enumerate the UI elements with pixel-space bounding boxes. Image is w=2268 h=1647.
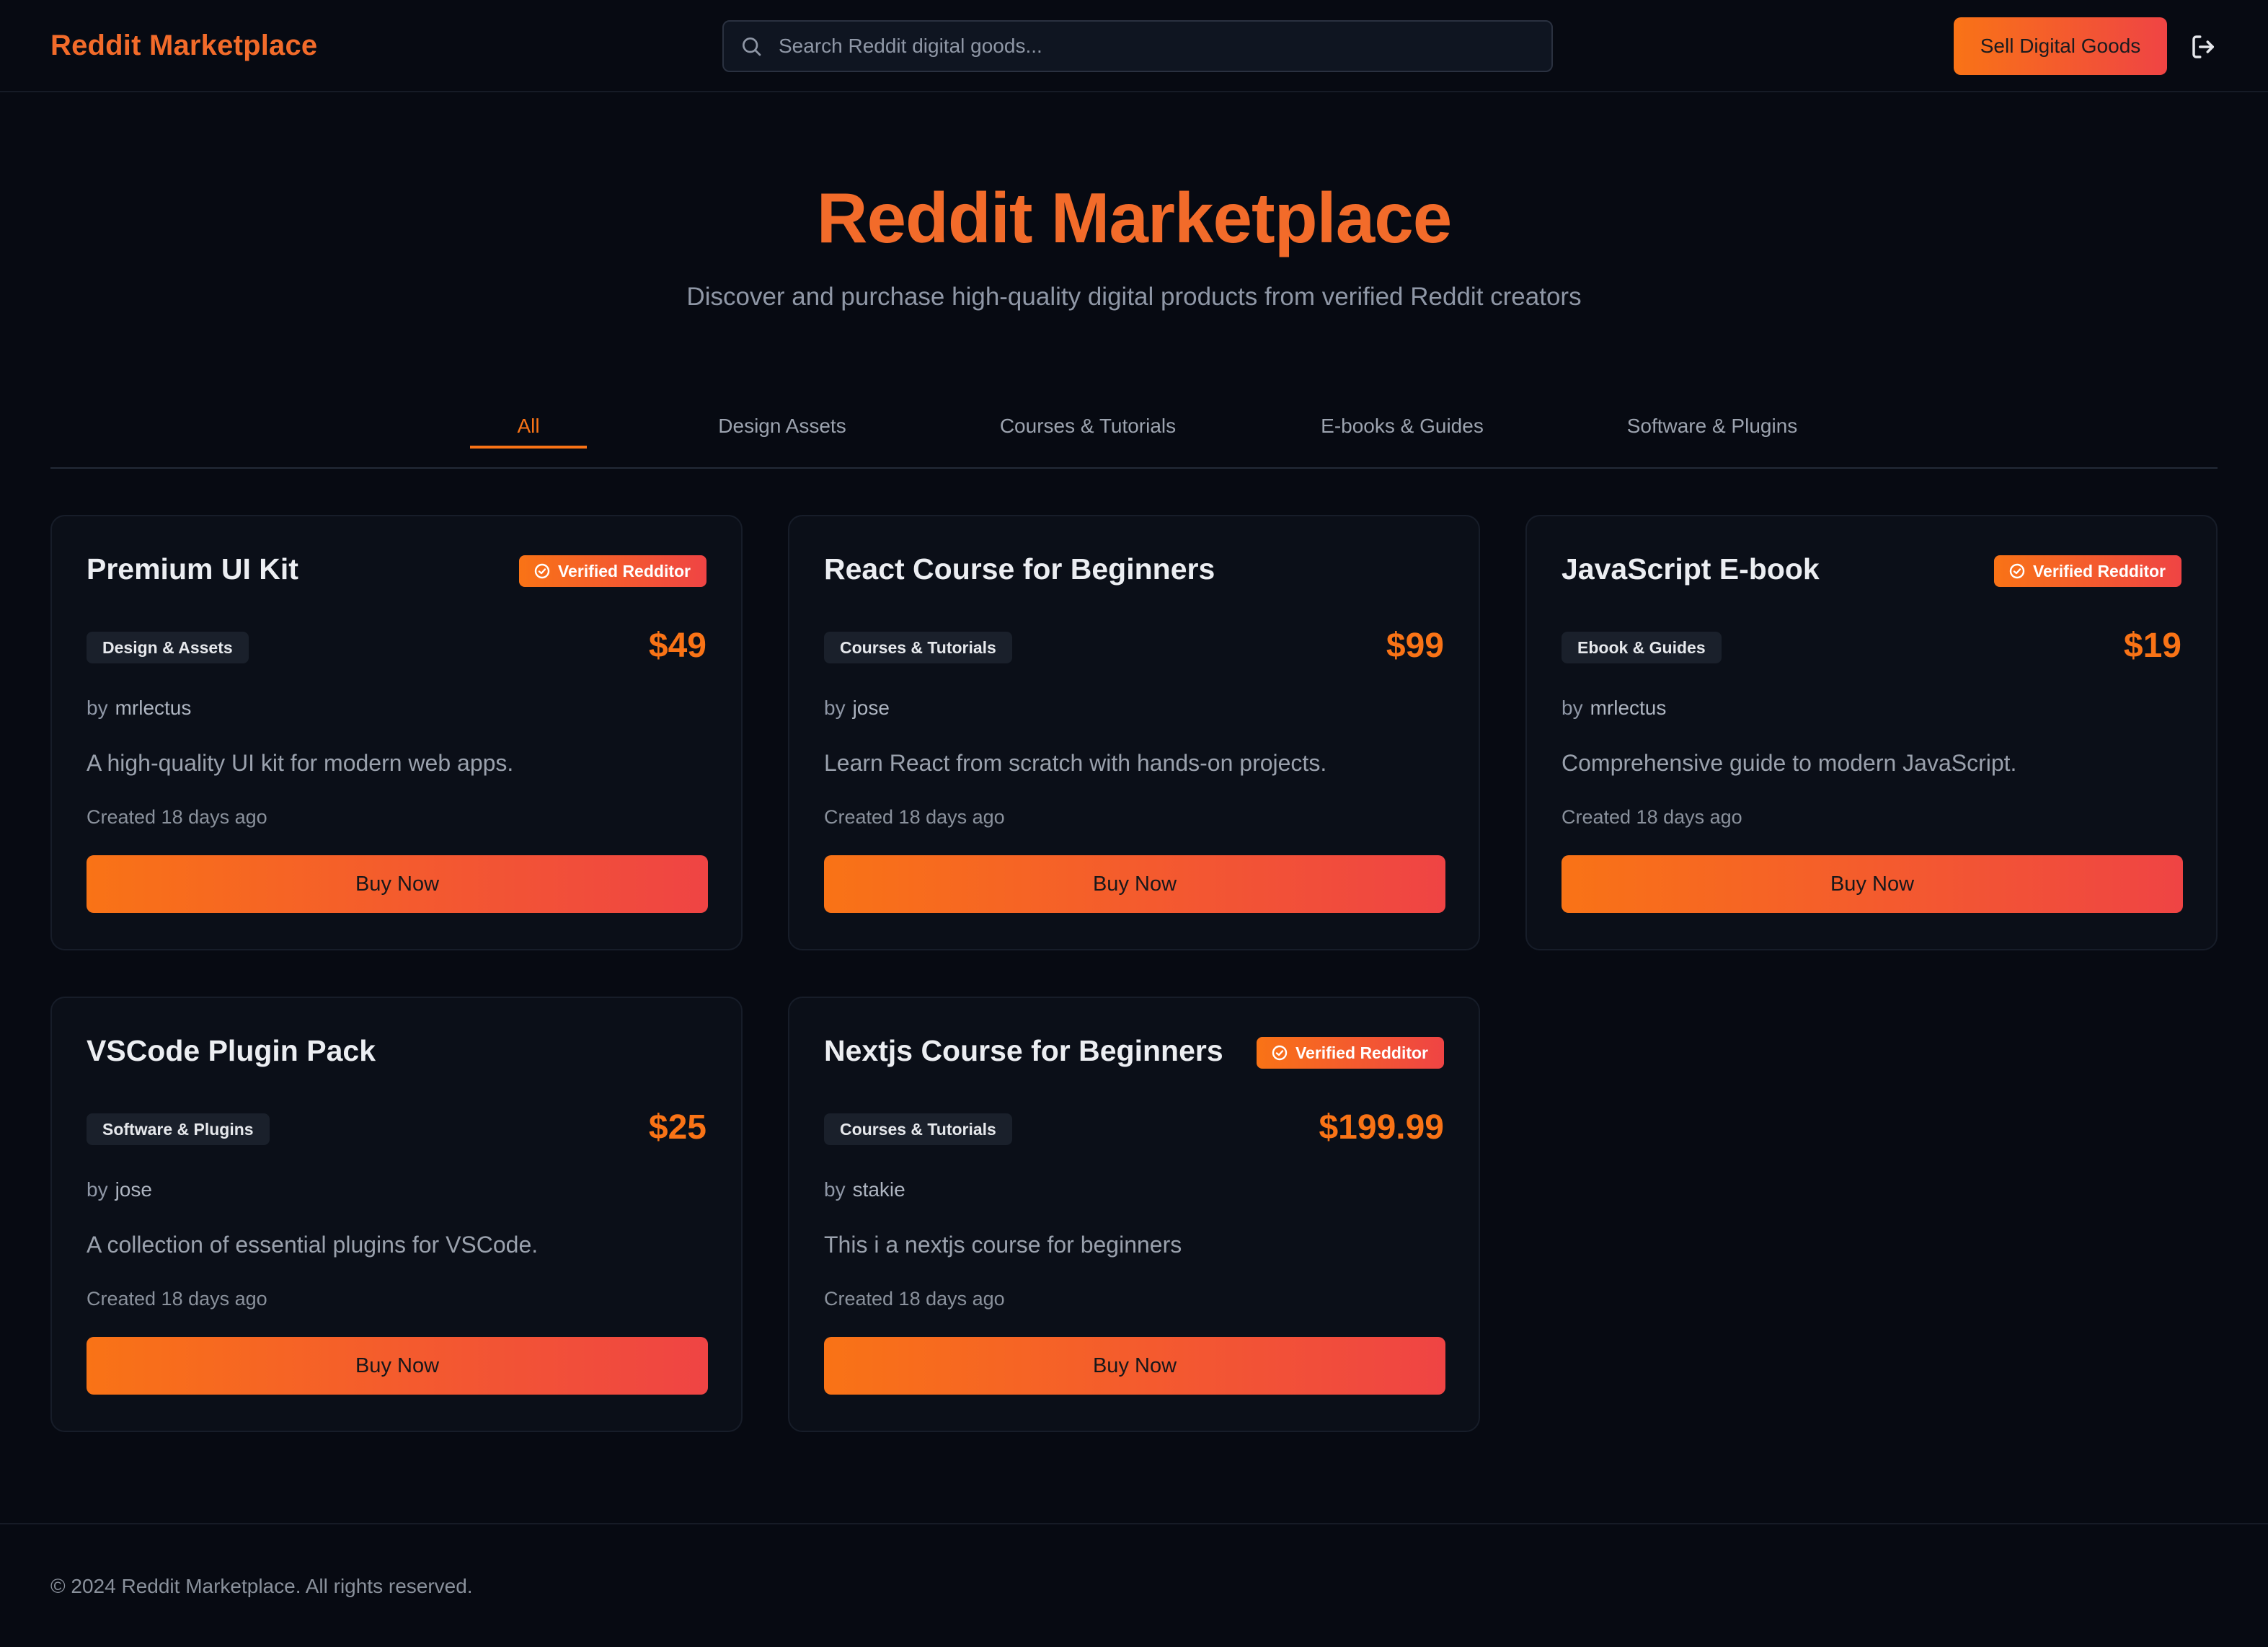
created-date: Created 18 days ago — [87, 1288, 267, 1310]
buy-now-button[interactable]: Buy Now — [87, 1337, 708, 1395]
product-price: $199.99 — [1319, 1108, 1444, 1147]
by-label: by — [87, 1178, 108, 1201]
by-label: by — [87, 697, 108, 719]
verified-badge: Verified Redditor — [1256, 1037, 1444, 1069]
by-label: by — [1562, 697, 1583, 719]
search-bar[interactable] — [722, 20, 1553, 72]
category-badge: Ebook & Guides — [1562, 632, 1722, 663]
sell-digital-goods-button[interactable]: Sell Digital Goods — [1954, 17, 2167, 75]
author-line: by jose — [824, 697, 890, 720]
product-card: React Course for Beginners Courses & Tut… — [788, 515, 1480, 950]
author-name[interactable]: stakie — [853, 1178, 905, 1201]
category-badge: Software & Plugins — [87, 1113, 270, 1145]
buy-now-button[interactable]: Buy Now — [1562, 855, 2183, 913]
footer: © 2024 Reddit Marketplace. All rights re… — [0, 1523, 2268, 1647]
author-line: by stakie — [824, 1178, 905, 1201]
buy-now-button[interactable]: Buy Now — [824, 1337, 1445, 1395]
author-line: by mrlectus — [1562, 697, 1666, 720]
tab-design-assets[interactable]: Design Assets — [656, 404, 908, 449]
created-date: Created 18 days ago — [1562, 806, 1742, 828]
product-price: $19 — [2123, 627, 2181, 665]
verified-badge: Verified Redditor — [1993, 555, 2181, 587]
product-card: Nextjs Course for Beginners Verified Red… — [788, 997, 1480, 1432]
author-name[interactable]: mrlectus — [115, 697, 192, 719]
category-badge: Courses & Tutorials — [824, 632, 1012, 663]
product-price: $49 — [648, 627, 706, 665]
tab-software-plugins[interactable]: Software & Plugins — [1564, 404, 1860, 449]
tab-courses-tutorials[interactable]: Courses & Tutorials — [940, 404, 1236, 449]
buy-now-button[interactable]: Buy Now — [87, 855, 708, 913]
product-card: VSCode Plugin Pack Software & Plugins $2… — [50, 997, 743, 1432]
product-title[interactable]: Nextjs Course for Beginners — [824, 1034, 1223, 1068]
category-tabs: All Design Assets Courses & Tutorials E-… — [50, 404, 2218, 469]
product-description: A collection of essential plugins for VS… — [87, 1232, 539, 1258]
author-line: by mrlectus — [87, 697, 191, 720]
hero-subtitle: Discover and purchase high-quality digit… — [686, 283, 1582, 311]
author-name[interactable]: mrlectus — [1590, 697, 1667, 719]
brand-logo[interactable]: Reddit Marketplace — [50, 30, 317, 62]
by-label: by — [824, 697, 846, 719]
product-price: $25 — [648, 1108, 706, 1147]
tab-all[interactable]: All — [470, 404, 587, 449]
author-name[interactable]: jose — [115, 1178, 152, 1201]
created-date: Created 18 days ago — [824, 806, 1005, 828]
verified-badge: Verified Redditor — [518, 555, 706, 587]
verified-label: Verified Redditor — [2032, 561, 2166, 580]
logout-icon[interactable] — [2189, 32, 2219, 62]
search-input[interactable] — [779, 35, 1528, 58]
category-badge: Design & Assets — [87, 632, 249, 663]
product-card: JavaScript E-book Verified Redditor Eboo… — [1525, 515, 2218, 950]
hero-title: Reddit Marketplace — [816, 178, 1453, 257]
product-description: This i a nextjs course for beginners — [824, 1232, 1182, 1258]
product-title[interactable]: Premium UI Kit — [87, 552, 298, 586]
copyright-text: © 2024 Reddit Marketplace. All rights re… — [50, 1575, 473, 1597]
product-title[interactable]: JavaScript E-book — [1562, 552, 1820, 586]
product-title[interactable]: VSCode Plugin Pack — [87, 1034, 376, 1068]
product-card: Premium UI Kit Verified Redditor Design … — [50, 515, 743, 950]
verified-label: Verified Redditor — [1295, 1043, 1428, 1062]
category-badge: Courses & Tutorials — [824, 1113, 1012, 1145]
check-circle-icon — [534, 563, 550, 579]
tab-ebooks-guides[interactable]: E-books & Guides — [1262, 404, 1543, 449]
buy-now-button[interactable]: Buy Now — [824, 855, 1445, 913]
check-circle-icon — [1272, 1045, 1288, 1061]
page: Reddit Marketplace Sell Digital Goods Re… — [0, 0, 2268, 1647]
product-price: $99 — [1386, 627, 1444, 665]
verified-label: Verified Redditor — [557, 561, 691, 580]
check-circle-icon — [2009, 563, 2025, 579]
top-navbar: Reddit Marketplace Sell Digital Goods — [0, 0, 2268, 92]
created-date: Created 18 days ago — [824, 1288, 1005, 1310]
search-icon — [743, 37, 761, 56]
product-description: A high-quality UI kit for modern web app… — [87, 750, 514, 776]
author-name[interactable]: jose — [853, 697, 890, 719]
product-title[interactable]: React Course for Beginners — [824, 552, 1215, 586]
by-label: by — [824, 1178, 846, 1201]
product-description: Comprehensive guide to modern JavaScript… — [1562, 750, 2017, 776]
created-date: Created 18 days ago — [87, 806, 267, 828]
author-line: by jose — [87, 1178, 152, 1201]
product-description: Learn React from scratch with hands-on p… — [824, 750, 1327, 776]
